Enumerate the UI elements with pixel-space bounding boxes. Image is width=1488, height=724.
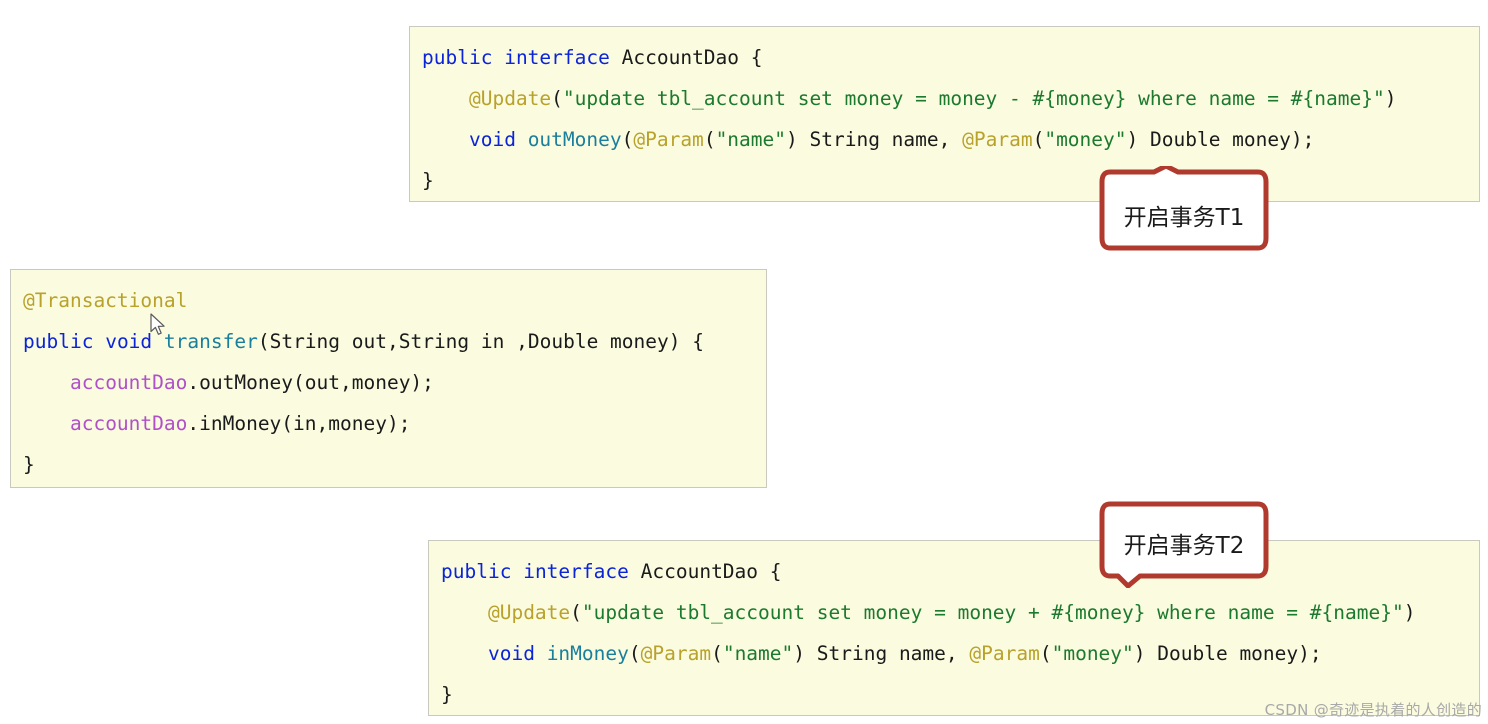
code-token: ( (1039, 642, 1052, 665)
code-token: ( (551, 87, 563, 110)
code-token: ( (711, 642, 723, 665)
code-token: interface (504, 46, 610, 69)
code-line: @Transactional (23, 280, 754, 321)
code-token: (String out,String in ,Double money) { (257, 330, 704, 353)
code-token: @Param (962, 128, 1033, 151)
code-token: ( (570, 601, 582, 624)
code-token: ) String name, (786, 128, 963, 151)
code-token: } (23, 453, 35, 476)
code-line: accountDao.inMoney(in,money); (23, 403, 754, 444)
code-token: @Update (468, 87, 552, 110)
code-token: @Update (487, 601, 571, 624)
code-block-account-dao-out-money: public interface AccountDao { @Update("u… (409, 26, 1480, 202)
code-token: AccountDao (621, 46, 740, 69)
code-token: ) String name, (793, 642, 970, 665)
csdn-watermark: CSDN @奇迹是执着的人创造的 (1264, 701, 1482, 719)
code-line: @Update("update tbl_account set money = … (441, 592, 1467, 633)
code-token: ( (628, 642, 641, 665)
code-line: void outMoney(@Param("name") String name… (422, 119, 1467, 160)
code-token: @Param (969, 642, 1040, 665)
code-line: accountDao.outMoney(out,money); (23, 362, 754, 403)
code-token: ) (1403, 601, 1416, 624)
code-token: public (23, 330, 94, 353)
code-token: "update tbl_account set money = money + … (581, 601, 1404, 624)
code-token: @Param (640, 642, 712, 665)
code-token: ( (1032, 128, 1045, 151)
callout-transaction-t2: 开启事务T2 (1096, 500, 1272, 588)
code-token: void (468, 128, 516, 151)
code-line: public interface AccountDao { (441, 551, 1467, 592)
code-token: AccountDao (640, 560, 759, 583)
code-block-account-dao-in-money: public interface AccountDao { @Update("u… (428, 540, 1480, 716)
code-token: transfer (163, 330, 258, 353)
code-token: ( (703, 128, 716, 151)
code-token: "name" (722, 642, 794, 665)
code-block-transfer-service: @Transactional public void transfer(Strin… (10, 269, 767, 488)
code-token: ) (1384, 87, 1397, 110)
code-line: public interface AccountDao { (422, 37, 1467, 78)
code-token: ) Double money); (1126, 128, 1315, 151)
code-token: accountDao (69, 412, 188, 435)
code-token: public (422, 46, 493, 69)
code-line: } (23, 444, 754, 485)
callout-transaction-t1: 开启事务T1 (1096, 166, 1272, 254)
code-token: "money" (1051, 642, 1134, 665)
code-token: accountDao (69, 371, 188, 394)
code-token: "update tbl_account set money = money - … (562, 87, 1385, 110)
code-token: @Transactional (23, 289, 188, 312)
code-token: } (441, 683, 453, 706)
code-token: void (105, 330, 153, 353)
code-token: .outMoney(out,money); (187, 371, 434, 394)
code-token: @Param (633, 128, 704, 151)
code-token: ) Double money); (1133, 642, 1322, 665)
code-token: ( (621, 128, 634, 151)
code-token: void (487, 642, 535, 665)
code-token: interface (523, 560, 629, 583)
callout-t1-label: 开启事务T1 (1123, 205, 1245, 231)
code-token: { (739, 46, 763, 69)
callout-t2-label: 开启事务T2 (1123, 533, 1245, 559)
code-token: public (441, 560, 512, 583)
code-line: @Update("update tbl_account set money = … (422, 78, 1467, 119)
code-token: .inMoney(in,money); (187, 412, 411, 435)
code-token: outMoney (527, 128, 622, 151)
code-token: inMoney (546, 642, 629, 665)
code-line: } (422, 160, 1467, 201)
code-token: } (422, 169, 434, 192)
code-token: "name" (715, 128, 787, 151)
code-token: { (758, 560, 782, 583)
code-line: void inMoney(@Param("name") String name,… (441, 633, 1467, 674)
code-token: "money" (1044, 128, 1127, 151)
code-line: public void transfer(String out,String i… (23, 321, 754, 362)
